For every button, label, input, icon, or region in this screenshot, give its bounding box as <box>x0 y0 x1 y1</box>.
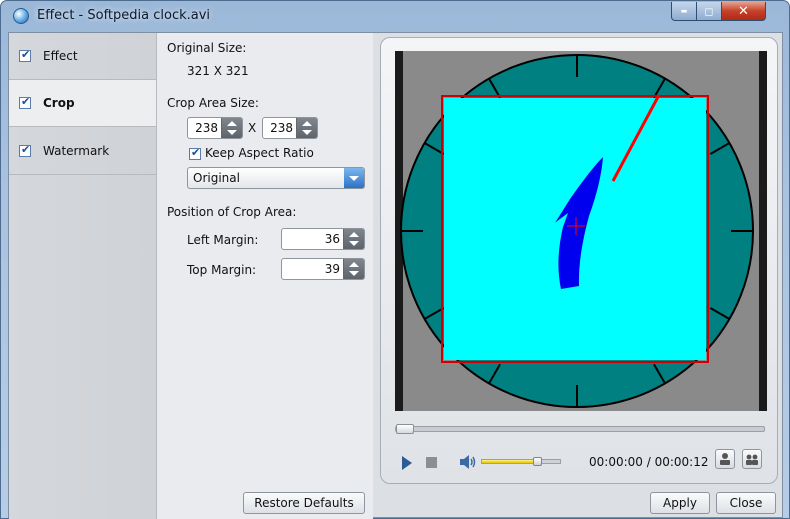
watermark-checkbox[interactable] <box>19 143 31 157</box>
top-margin-value: 39 <box>324 262 340 276</box>
crop-height-stepper[interactable]: 238 <box>262 117 318 139</box>
crop-width-value: 238 <box>195 121 218 135</box>
original-size-value: 321 X 321 <box>187 64 249 78</box>
left-margin-stepper[interactable]: 36 <box>281 228 365 250</box>
preview-panel: 00:00:00 / 00:00:12 <box>380 37 778 484</box>
window-title: Effect - Softpedia clock.avi <box>37 8 211 23</box>
crop-settings-panel: Original Size: 321 X 321 Crop Area Size:… <box>157 33 373 519</box>
close-icon: ✕ <box>738 3 749 19</box>
volume-thumb[interactable] <box>533 457 542 466</box>
crop-checkbox[interactable] <box>19 95 31 109</box>
nav-item-label: Crop <box>43 96 75 110</box>
keep-aspect-label: Keep Aspect Ratio <box>205 146 314 160</box>
seek-bar[interactable] <box>395 424 765 434</box>
effect-checkbox[interactable] <box>19 48 31 62</box>
maximize-button[interactable]: ◻ <box>697 2 722 21</box>
keep-aspect-checkbox[interactable] <box>189 146 201 160</box>
stop-icon[interactable] <box>426 457 437 468</box>
nav-item-effect[interactable]: Effect <box>9 33 156 80</box>
volume-fill <box>482 460 537 463</box>
time-readout: 00:00:00 / 00:00:12 <box>589 455 709 469</box>
snapshot-icon <box>720 453 730 465</box>
maximize-icon: ◻ <box>704 4 714 18</box>
original-size-label: Original Size: <box>167 41 247 55</box>
snapshot-folder-button[interactable] <box>742 449 762 469</box>
left-margin-label: Left Margin: <box>187 233 259 247</box>
nav-item-label: Effect <box>43 49 78 63</box>
seek-thumb[interactable] <box>396 424 414 434</box>
top-margin-arrows[interactable] <box>343 259 364 279</box>
video-preview[interactable] <box>395 51 767 411</box>
crop-height-arrows[interactable] <box>296 118 317 138</box>
crop-width-arrows[interactable] <box>221 118 242 138</box>
dialog-body: Effect Crop Watermark Original Size: 321… <box>8 32 783 519</box>
top-margin-label: Top Margin: <box>187 263 257 277</box>
left-margin-value: 36 <box>324 232 340 246</box>
snapshot-button[interactable] <box>715 449 735 469</box>
play-icon[interactable] <box>402 456 412 470</box>
restore-defaults-button[interactable]: Restore Defaults <box>243 492 365 514</box>
volume-slider[interactable] <box>481 457 561 466</box>
title-bar[interactable]: Effect - Softpedia clock.avi ▬ ◻ ✕ <box>1 1 789 31</box>
effect-window: Effect - Softpedia clock.avi ▬ ◻ ✕ Effec… <box>0 0 790 519</box>
apply-button[interactable]: Apply <box>650 492 710 514</box>
left-margin-arrows[interactable] <box>343 229 364 249</box>
close-window-button[interactable]: ✕ <box>722 2 766 21</box>
multi-snapshot-icon <box>746 454 758 465</box>
nav-item-watermark[interactable]: Watermark <box>9 128 156 175</box>
effect-nav: Effect Crop Watermark <box>9 33 157 519</box>
volume-icon[interactable] <box>459 454 477 470</box>
aspect-ratio-select[interactable]: Original <box>187 167 365 189</box>
app-icon <box>13 8 29 24</box>
crop-height-value: 238 <box>270 121 293 135</box>
minimize-icon: ▬ <box>680 6 688 15</box>
close-button[interactable]: Close <box>716 492 776 514</box>
minimize-button[interactable]: ▬ <box>671 2 697 21</box>
top-margin-stepper[interactable]: 39 <box>281 258 365 280</box>
chevron-down-icon[interactable] <box>344 168 364 188</box>
nav-item-label: Watermark <box>43 144 110 158</box>
position-label: Position of Crop Area: <box>167 205 297 219</box>
aspect-ratio-value: Original <box>193 171 240 185</box>
crop-preview-canvas <box>395 51 767 411</box>
crop-area-size-label: Crop Area Size: <box>167 96 259 110</box>
size-separator: X <box>248 121 257 135</box>
nav-item-crop[interactable]: Crop <box>9 80 156 127</box>
crop-width-stepper[interactable]: 238 <box>187 117 243 139</box>
